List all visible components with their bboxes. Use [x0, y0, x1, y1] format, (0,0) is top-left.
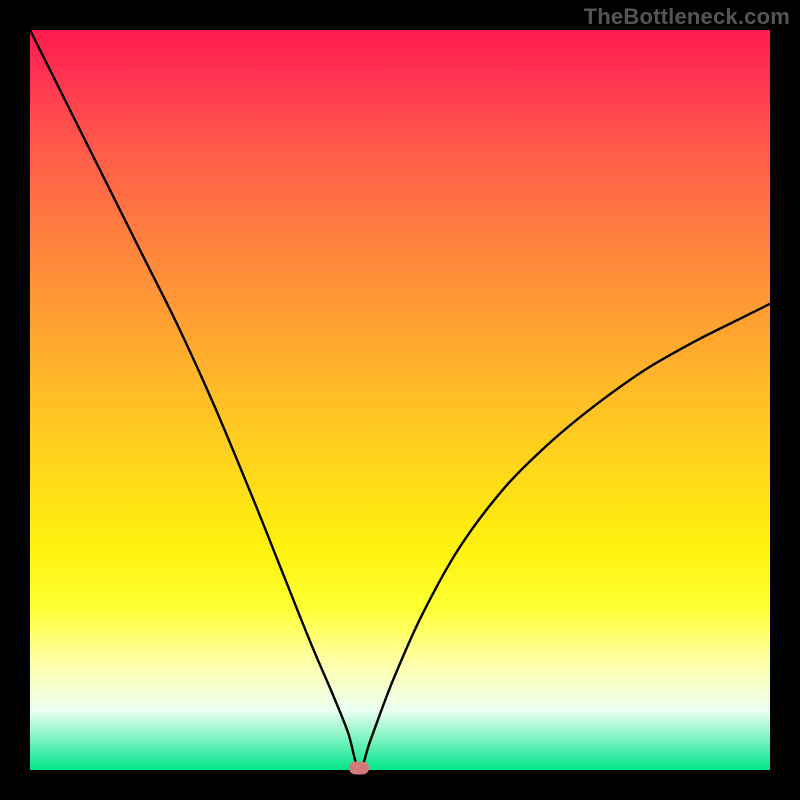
- chart-frame: TheBottleneck.com: [0, 0, 800, 800]
- optimal-point-marker: [349, 761, 369, 774]
- plot-area: [30, 30, 770, 770]
- bottleneck-curve: [30, 30, 770, 770]
- watermark-text: TheBottleneck.com: [584, 4, 790, 30]
- curve-svg: [30, 30, 770, 770]
